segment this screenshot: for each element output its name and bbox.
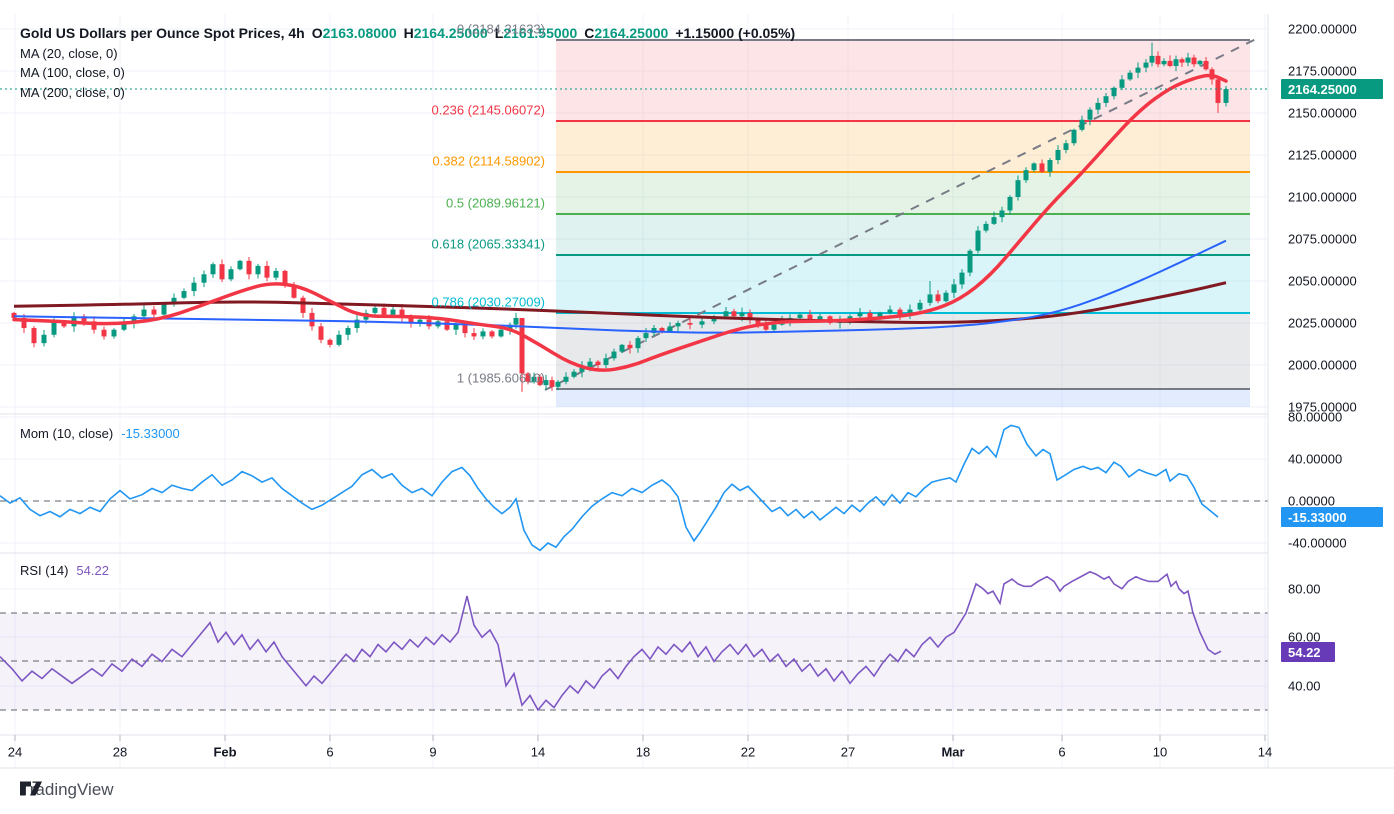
momentum-line[interactable] <box>0 425 1218 550</box>
rsi-value-badge: 54.22 <box>1281 642 1335 662</box>
axis-tick-label: 2050.00000 <box>1288 274 1357 289</box>
time-tick-label: 24 <box>8 745 22 760</box>
time-tick-label: Feb <box>213 745 236 760</box>
ohlc-close-label: C <box>584 25 594 41</box>
axis-tick-label: 2125.00000 <box>1288 148 1357 163</box>
symbol-title-row[interactable]: Gold US Dollars per Ounce Spot Prices, 4… <box>20 24 795 44</box>
axis-tick-label: 2025.00000 <box>1288 316 1357 331</box>
time-tick-label: 28 <box>113 745 127 760</box>
fib-band <box>556 313 1250 389</box>
rsi-value: 54.22 <box>76 563 109 578</box>
last-price-badge: 2164.25000 <box>1281 79 1383 99</box>
momentum-value-badge: -15.33000 <box>1281 507 1383 527</box>
axis-tick-label: 40.00 <box>1288 679 1321 694</box>
time-tick-label: 9 <box>429 745 436 760</box>
time-tick-label: 10 <box>1153 745 1167 760</box>
ohlc-high-label: H <box>404 25 414 41</box>
ohlc-open-label: O <box>312 25 323 41</box>
axis-tick-label: 2100.00000 <box>1288 190 1357 205</box>
fib-level-label: 0.618 (2065.33341) <box>432 237 545 252</box>
chart-canvas[interactable] <box>0 0 1394 814</box>
time-tick-label: 14 <box>531 745 545 760</box>
rsi-label: RSI (14) <box>20 563 68 578</box>
legend: Gold US Dollars per Ounce Spot Prices, 4… <box>20 24 795 102</box>
time-tick-label: 22 <box>741 745 755 760</box>
time-tick-label: 27 <box>841 745 855 760</box>
symbol-title: Gold US Dollars per Ounce Spot Prices, 4… <box>20 25 305 41</box>
momentum-label: Mom (10, close) <box>20 426 113 441</box>
fib-band <box>556 172 1250 214</box>
tradingview-logo[interactable]: TradingView <box>20 780 114 800</box>
fib-band <box>556 255 1250 313</box>
time-tick-label: Mar <box>941 745 964 760</box>
time-tick-label: 6 <box>1058 745 1065 760</box>
momentum-pane-legend[interactable]: Mom (10, close) -15.33000 <box>20 426 180 441</box>
fib-level-label: 0.786 (2030.27009) <box>432 295 545 310</box>
fib-level-label: 0 (2184.31633) <box>457 22 545 37</box>
fib-band <box>556 121 1250 172</box>
axis-tick-label: 40.00000 <box>1288 452 1342 467</box>
legend-ma100[interactable]: MA (100, close, 0) <box>20 63 795 83</box>
axis-tick-label: 2150.00000 <box>1288 106 1357 121</box>
ohlc-open-value: 2163.08000 <box>323 25 397 41</box>
trading-chart: Gold US Dollars per Ounce Spot Prices, 4… <box>0 0 1394 814</box>
fib-level-label: 1 (1985.60610) <box>457 371 545 386</box>
legend-ma20[interactable]: MA (20, close, 0) <box>20 44 795 64</box>
fib-level-label: 0.5 (2089.96121) <box>446 196 545 211</box>
axis-tick-label: 80.00 <box>1288 582 1321 597</box>
momentum-value: -15.33000 <box>121 426 180 441</box>
time-tick-label: 14 <box>1258 745 1272 760</box>
ohlc-close-value: 2164.25000 <box>594 25 668 41</box>
change-value: +1.15000 (+0.05%) <box>675 25 795 41</box>
axis-tick-label: 2200.00000 <box>1288 22 1357 37</box>
axis-tick-label: 2075.00000 <box>1288 232 1357 247</box>
fib-band <box>556 214 1250 255</box>
axis-tick-label: 2000.00000 <box>1288 358 1357 373</box>
time-tick-label: 18 <box>636 745 650 760</box>
fib-band <box>556 389 1250 407</box>
fib-level-label: 0.236 (2145.06072) <box>432 103 545 118</box>
time-tick-label: 6 <box>326 745 333 760</box>
axis-tick-label: 80.00000 <box>1288 410 1342 425</box>
fib-level-label: 0.382 (2114.58902) <box>432 154 545 169</box>
legend-ma200[interactable]: MA (200, close, 0) <box>20 83 795 103</box>
axis-tick-label: -40.00000 <box>1288 536 1347 551</box>
tradingview-logo-icon <box>20 780 47 797</box>
axis-tick-label: 2175.00000 <box>1288 64 1357 79</box>
rsi-pane-legend[interactable]: RSI (14) 54.22 <box>20 563 109 578</box>
